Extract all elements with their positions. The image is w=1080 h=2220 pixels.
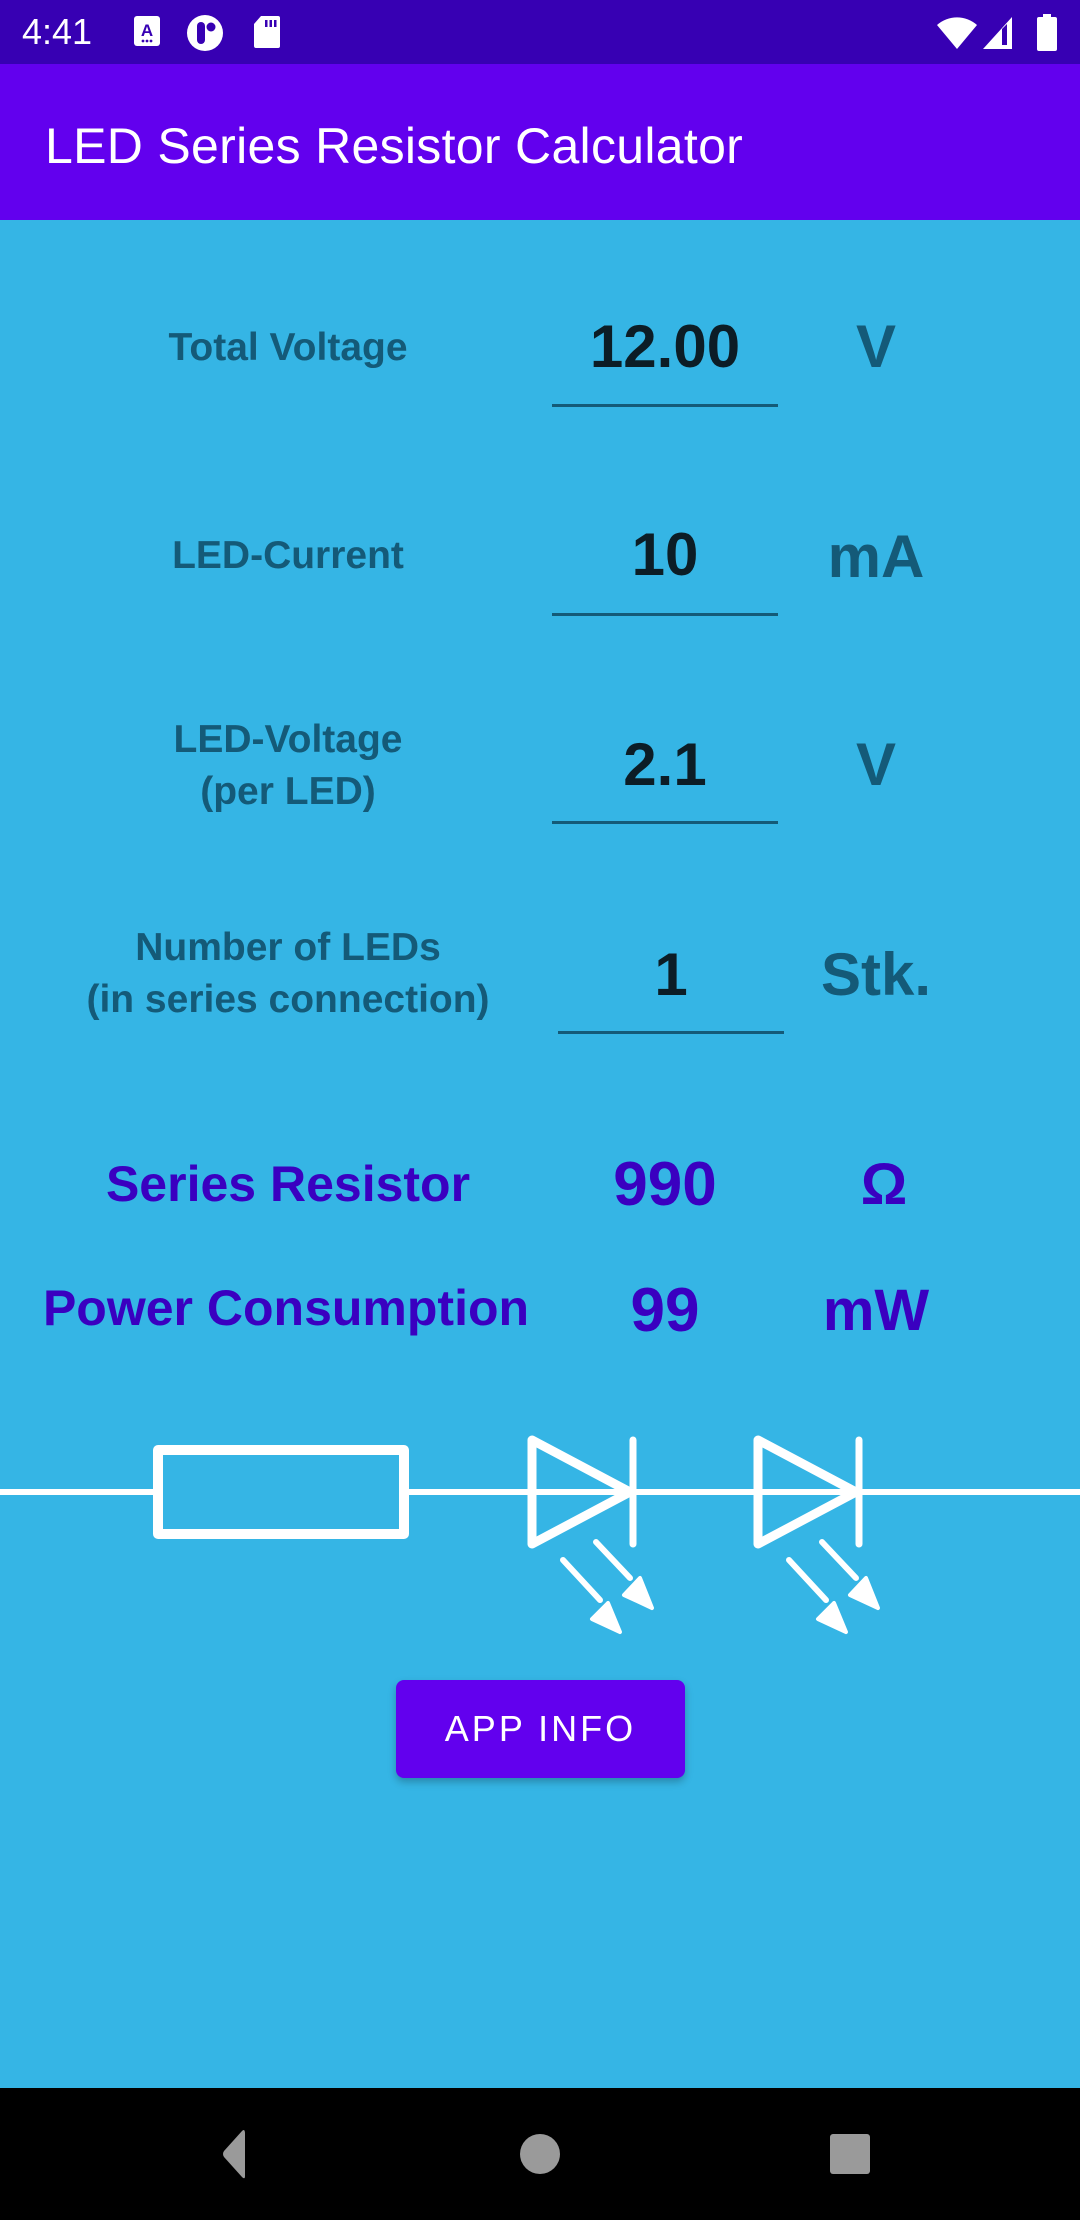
nav-recents-button[interactable] [790,2088,910,2220]
series-resistor-unit: Ω [860,1152,908,1217]
status-time: 4:41 [22,11,93,52]
number-of-leds-label-line1: Number of LEDs [135,926,441,969]
light-emission-arrows-icon [560,1539,654,1634]
series-resistor-value: 990 [613,1150,717,1219]
circuit-diagram [0,1435,1080,1634]
power-consumption-label: Power Consumption [42,1280,530,1336]
led-voltage-label: LED-Voltage (per LED) [8,714,568,818]
power-consumption-value: 99 [630,1276,700,1345]
led-current-label: LED-Current [8,530,568,582]
app-info-button[interactable]: APP INFO [396,1680,685,1778]
led-symbol-2 [753,1435,880,1634]
total-voltage-unit: V [855,313,897,380]
navigation-bar [0,2088,1080,2220]
battery-icon [1036,14,1058,57]
led-symbol-1 [527,1435,654,1634]
app-bar: LED Series Resistor Calculator [0,64,1080,220]
home-circle-icon [520,2134,560,2174]
led-current-unit: mA [827,523,925,590]
led-voltage-unit: V [855,731,897,798]
app-title: LED Series Resistor Calculator [45,118,744,174]
circle-notification-icon [186,14,224,57]
nav-back-button[interactable] [166,2088,286,2220]
power-consumption-unit: mW [822,1278,930,1343]
led-voltage-label-line2: (per LED) [200,770,376,813]
nav-home-button[interactable] [480,2088,600,2220]
wifi-icon [936,16,978,55]
led-current-underline [552,613,778,616]
number-of-leds-label-line2: (in series connection) [86,978,490,1021]
led-voltage-underline [552,821,778,824]
accessibility-a-icon: A [132,14,162,53]
number-of-leds-label: Number of LEDs (in series connection) [8,922,568,1026]
series-resistor-label: Series Resistor [105,1156,471,1212]
number-of-leds-input[interactable]: 1 [558,940,784,1010]
svg-text:A: A [141,21,153,40]
total-voltage-label: Total Voltage [8,322,568,374]
number-of-leds-unit: Stk. [820,941,932,1008]
total-voltage-label-text: Total Voltage [168,326,408,369]
number-of-leds-underline [558,1031,784,1034]
total-voltage-input[interactable]: 12.00 [552,312,778,382]
light-emission-arrows-icon [786,1539,880,1634]
back-triangle-icon [223,2130,245,2179]
cellular-signal-icon [982,16,1014,55]
status-bar: 4:41 A [0,0,1080,64]
led-current-label-text: LED-Current [172,534,404,577]
led-voltage-input[interactable]: 2.1 [552,730,778,800]
led-current-input[interactable]: 10 [552,520,778,590]
resistor-symbol [153,1445,409,1539]
recents-square-icon [830,2134,870,2174]
total-voltage-underline [552,404,778,407]
sd-card-icon [252,14,282,55]
led-voltage-label-line1: LED-Voltage [173,718,403,761]
